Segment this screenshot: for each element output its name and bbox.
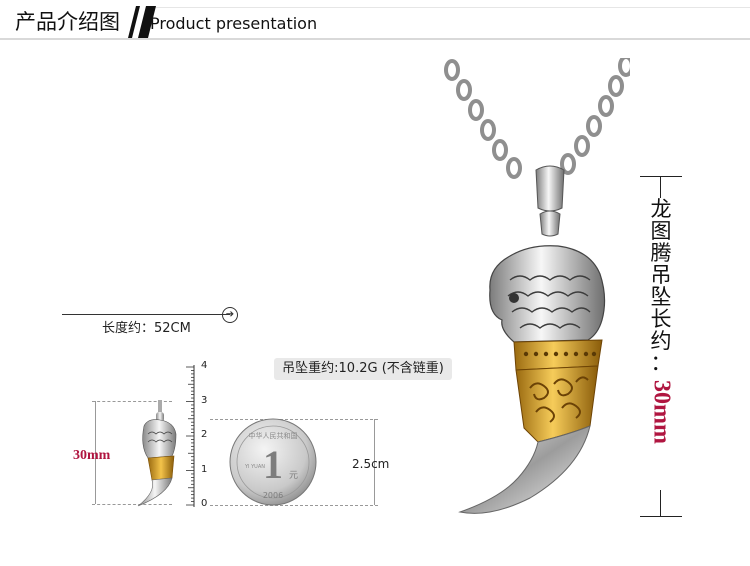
arrow-right-icon: ➔ — [222, 307, 238, 323]
coin-face-value: 1 — [263, 442, 283, 487]
big-dim-top-cap — [640, 176, 682, 177]
ruler-tick-label: 0 — [201, 498, 208, 509]
coin-ring-text: 中华人民共和国 — [249, 431, 298, 440]
big-pendant-length-value: 30mm — [648, 380, 675, 444]
big-dim-bottom-cap — [640, 516, 682, 517]
coin-pinyin: YI YUAN — [244, 464, 265, 470]
ruler-tick-label: 4 — [201, 360, 208, 371]
chain-length-label: 长度约：52CM — [102, 321, 191, 336]
pendant-weight-label: 吊坠重约:10.2G (不含链重) — [274, 358, 452, 380]
ruler-tick-label: 2 — [201, 429, 208, 440]
small-pendant-image — [137, 400, 177, 507]
small-pendant-height-label: 30mm — [73, 448, 111, 463]
header-title-en: Product presentation — [150, 14, 318, 33]
chain-length-line — [62, 314, 230, 315]
reference-coin-image: 1 元 2006 中华人民共和国 YI YUAN — [229, 418, 317, 506]
big-pendant-length-text: 龙图腾吊坠长约： — [650, 197, 672, 375]
coin-year: 2006 — [263, 491, 283, 500]
ruler-tick-label: 1 — [201, 464, 208, 475]
header-top-rule — [150, 7, 750, 8]
ruler-tick-label: 3 — [201, 395, 208, 406]
measurement-ruler — [186, 365, 195, 507]
dragon-pendant-image — [444, 58, 630, 514]
section-header: 产品介绍图 Product presentation — [0, 0, 750, 40]
coin-unit: 元 — [289, 471, 298, 481]
big-pendant-length-label: 龙图腾吊坠长约： 30mm — [644, 198, 678, 490]
header-title-cn: 产品介绍图 — [15, 10, 120, 34]
header-bottom-rule — [0, 38, 750, 40]
coin-diameter-label: 2.5cm — [352, 457, 390, 471]
